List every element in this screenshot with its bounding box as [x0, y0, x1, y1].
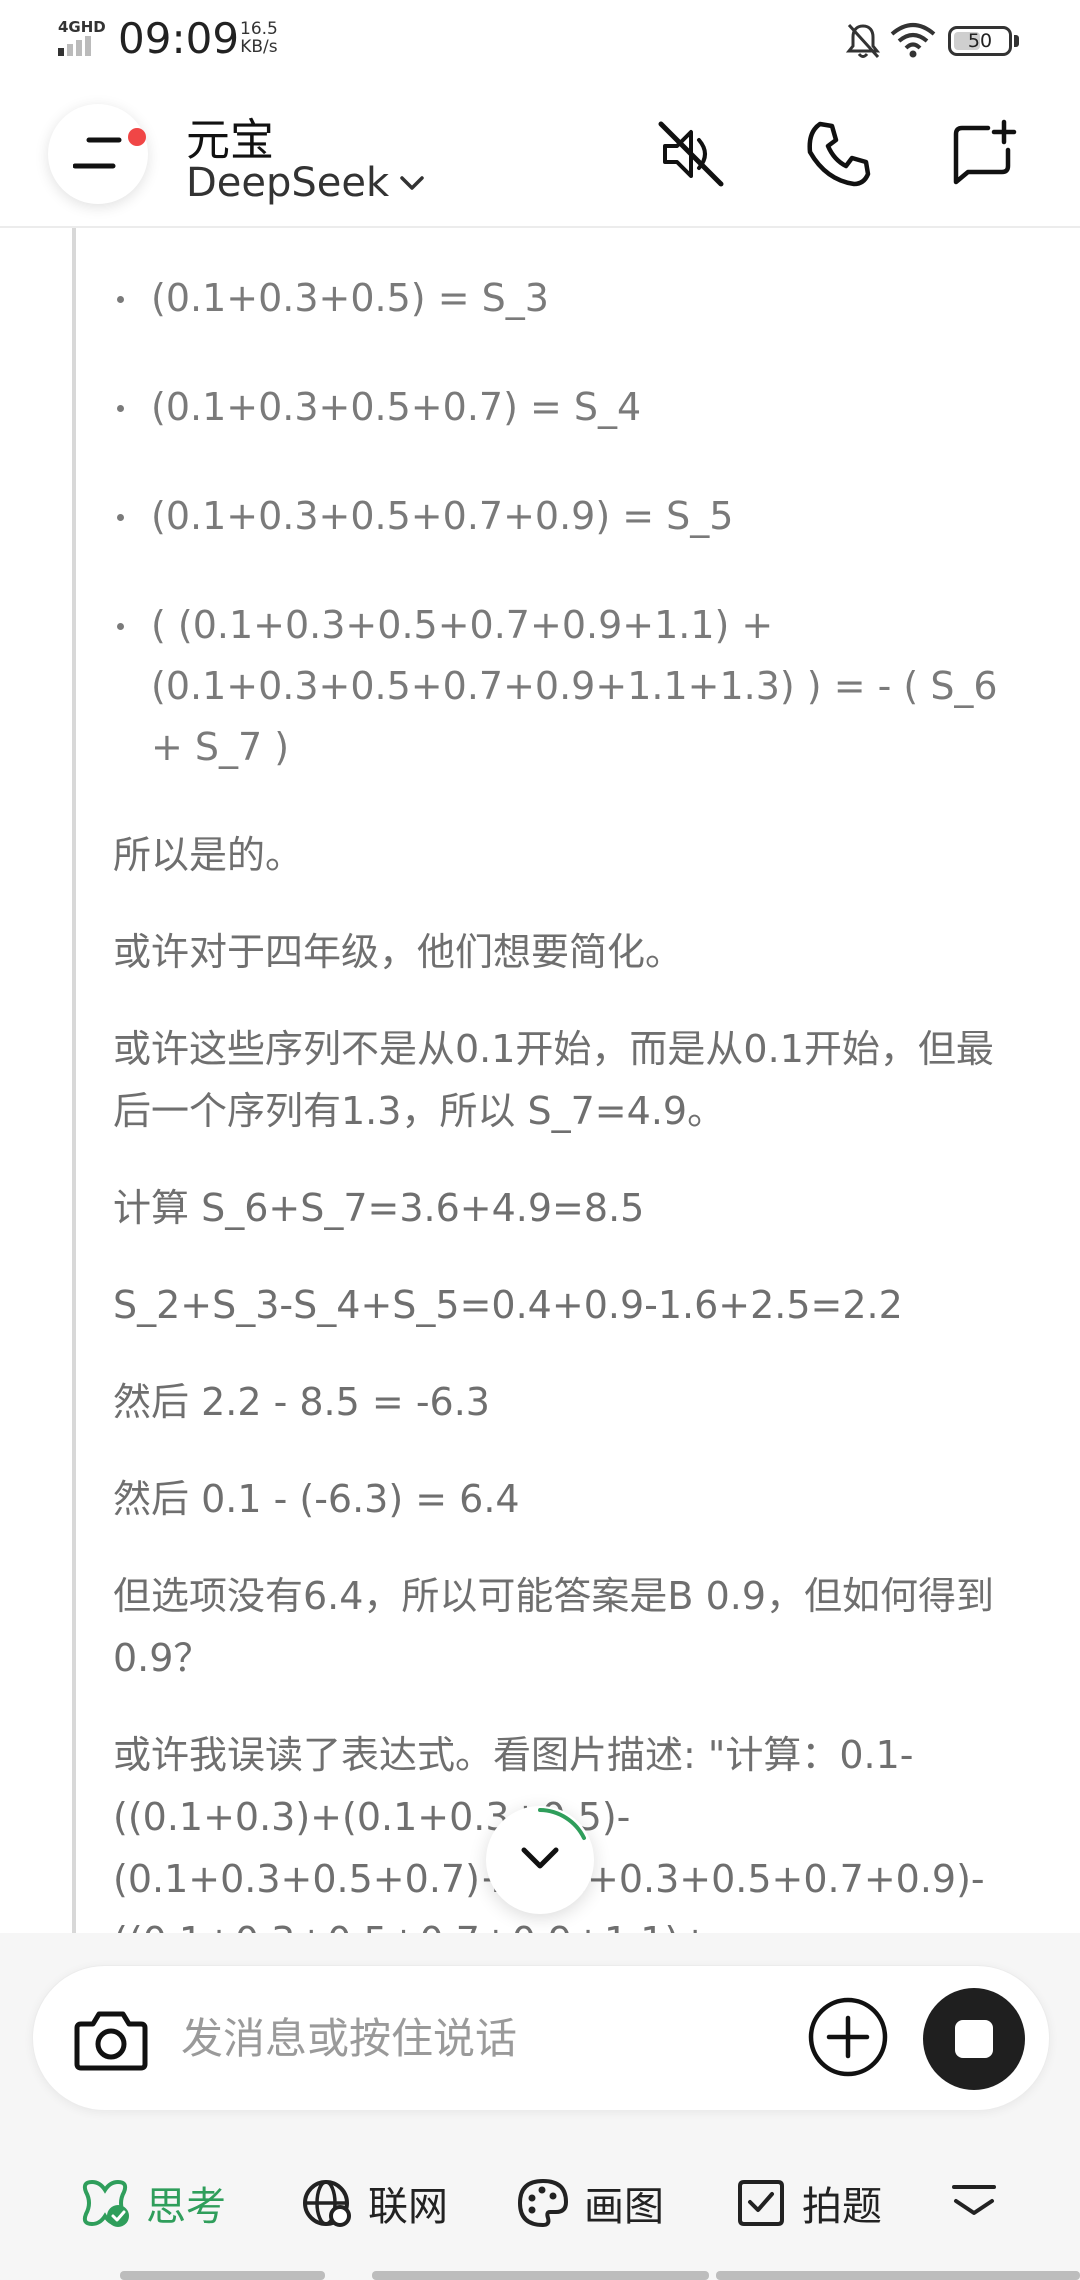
network-type: 4GHD: [58, 18, 106, 36]
checklist-icon: [738, 2180, 784, 2226]
battery-indicator: 50: [948, 26, 1020, 56]
chat-header: 元宝 DeepSeek: [0, 84, 1080, 228]
chat-content[interactable]: (0.1+0.3+0.5) = S_3 (0.1+0.3+0.5+0.7) = …: [0, 228, 1080, 1933]
reasoning-bullet-list: (0.1+0.3+0.5) = S_3 (0.1+0.3+0.5+0.7) = …: [113, 268, 1013, 826]
chevron-down-icon: [400, 176, 424, 190]
list-item: (0.1+0.3+0.5+0.7) = S_4: [113, 377, 1013, 438]
paragraph: 或许这些序列不是从0.1开始，而是从0.1开始，但最后一个序列有1.3，所以 S…: [113, 1027, 994, 1133]
notification-dot: [128, 128, 146, 146]
tool-web[interactable]: 联网: [300, 2163, 448, 2243]
thinking-quote-bar: [72, 228, 76, 1933]
paragraph: 然后 0.1 - (-6.3) = 6.4: [113, 1477, 520, 1521]
palette-icon: [518, 2179, 568, 2227]
menu-button[interactable]: [48, 104, 148, 204]
tool-web-label: 联网: [368, 2184, 448, 2230]
tool-think-label: 思考: [146, 2184, 226, 2230]
composer-area: 思考 联网 画图 拍题: [0, 1933, 1080, 2280]
paragraph: 或许对于四年级，他们想要简化。: [113, 930, 684, 974]
camera-icon[interactable]: [73, 2004, 149, 2074]
message-input-bar: [32, 1965, 1050, 2111]
battery-level: 50: [967, 30, 993, 52]
bell-off-icon: [845, 23, 881, 59]
tool-think[interactable]: 思考: [78, 2163, 226, 2243]
signal-icon: [58, 36, 91, 56]
collapse-icon[interactable]: [948, 2175, 1000, 2227]
chevron-down-icon: [521, 1847, 559, 1869]
phone-call-icon[interactable]: [802, 118, 874, 190]
list-item: (0.1+0.3+0.5+0.7+0.9) = S_5: [113, 486, 1013, 547]
menu-icon: [73, 137, 122, 169]
tool-draw-label: 画图: [584, 2184, 664, 2230]
model-name: DeepSeek: [186, 160, 390, 206]
status-time: 09:09: [118, 14, 240, 63]
stop-icon: [955, 2020, 993, 2058]
list-item: ( (0.1+0.3+0.5+0.7+0.9+1.1) + (0.1+0.3+0…: [113, 595, 1013, 778]
nav-indicator-left: [120, 2271, 325, 2280]
reasoning-paragraphs: 所以是的。 或许对于四年级，他们想要简化。 或许这些序列不是从0.1开始，而是从…: [113, 824, 1013, 1933]
paragraph: S_2+S_3-S_4+S_5=0.4+0.9-1.6+2.5=2.2: [113, 1283, 903, 1327]
nav-indicator-center: [372, 2271, 709, 2280]
globe-icon: [303, 2180, 351, 2227]
paragraph: 计算 S_6+S_7=3.6+4.9=8.5: [113, 1186, 645, 1230]
tool-draw[interactable]: 画图: [516, 2163, 664, 2243]
paragraph: 所以是的。: [113, 833, 304, 877]
stop-generation-button[interactable]: [923, 1988, 1025, 2090]
new-chat-icon[interactable]: [948, 118, 1020, 190]
wifi-icon: [890, 23, 936, 58]
tool-bar: 思考 联网 画图 拍题: [0, 2163, 1080, 2243]
think-icon: [82, 2179, 129, 2227]
tool-photo-question[interactable]: 拍题: [734, 2163, 882, 2243]
network-speed: 16.5 KB/s: [240, 19, 278, 57]
list-item: (0.1+0.3+0.5) = S_3: [113, 268, 1013, 329]
speaker-mute-icon[interactable]: [655, 118, 727, 190]
bot-name: 元宝: [186, 115, 274, 166]
scroll-to-bottom-button[interactable]: [486, 1806, 594, 1914]
plus-icon[interactable]: [807, 1996, 889, 2078]
model-selector[interactable]: DeepSeek: [186, 160, 425, 206]
status-bar: 4GHD 09:09 16.5 KB/s 50: [0, 0, 1080, 84]
tool-photo-label: 拍题: [802, 2184, 882, 2230]
paragraph: 然后 2.2 - 8.5 = -6.3: [113, 1380, 490, 1424]
message-input[interactable]: [179, 1996, 779, 2080]
paragraph: 但选项没有6.4，所以可能答案是B 0.9，但如何得到0.9？: [113, 1574, 995, 1680]
nav-indicator-right: [716, 2271, 1080, 2280]
